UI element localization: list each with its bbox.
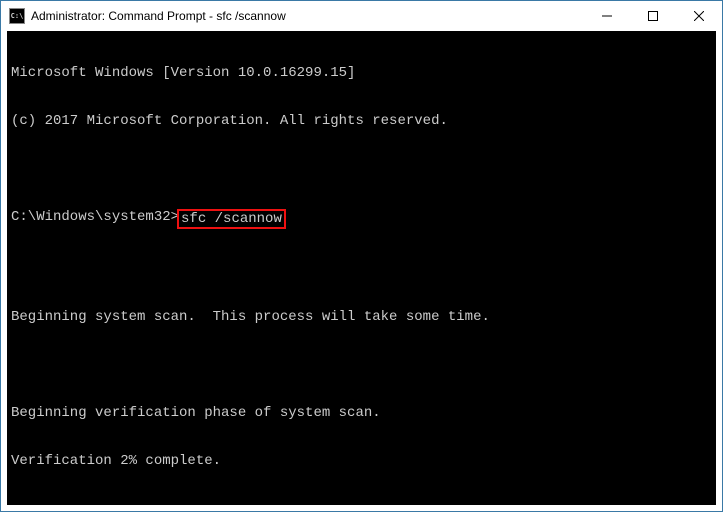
cmd-icon: C:\	[9, 8, 25, 24]
blank-line	[11, 261, 712, 277]
close-icon	[694, 11, 704, 21]
console-output-line: Beginning verification phase of system s…	[11, 405, 712, 421]
cmd-icon-text: C:\	[11, 12, 24, 20]
close-button[interactable]	[676, 1, 722, 31]
console-output-line: Microsoft Windows [Version 10.0.16299.15…	[11, 65, 712, 81]
minimize-icon	[602, 11, 612, 21]
console-output-line: (c) 2017 Microsoft Corporation. All righ…	[11, 113, 712, 129]
titlebar[interactable]: C:\ Administrator: Command Prompt - sfc …	[1, 1, 722, 31]
command-prompt-window: C:\ Administrator: Command Prompt - sfc …	[0, 0, 723, 512]
highlighted-command: sfc /scannow	[177, 209, 286, 229]
blank-line	[11, 161, 712, 177]
console-output-line: Beginning system scan. This process will…	[11, 309, 712, 325]
console-area[interactable]: Microsoft Windows [Version 10.0.16299.15…	[1, 31, 722, 511]
prompt-text: C:\Windows\system32>	[11, 209, 179, 229]
blank-line	[11, 357, 712, 373]
maximize-button[interactable]	[630, 1, 676, 31]
minimize-button[interactable]	[584, 1, 630, 31]
console-prompt-line: C:\Windows\system32>sfc /scannow	[11, 209, 712, 229]
console-output-line: Verification 2% complete.	[11, 453, 712, 469]
window-title: Administrator: Command Prompt - sfc /sca…	[31, 9, 584, 23]
maximize-icon	[648, 11, 658, 21]
window-controls	[584, 1, 722, 31]
